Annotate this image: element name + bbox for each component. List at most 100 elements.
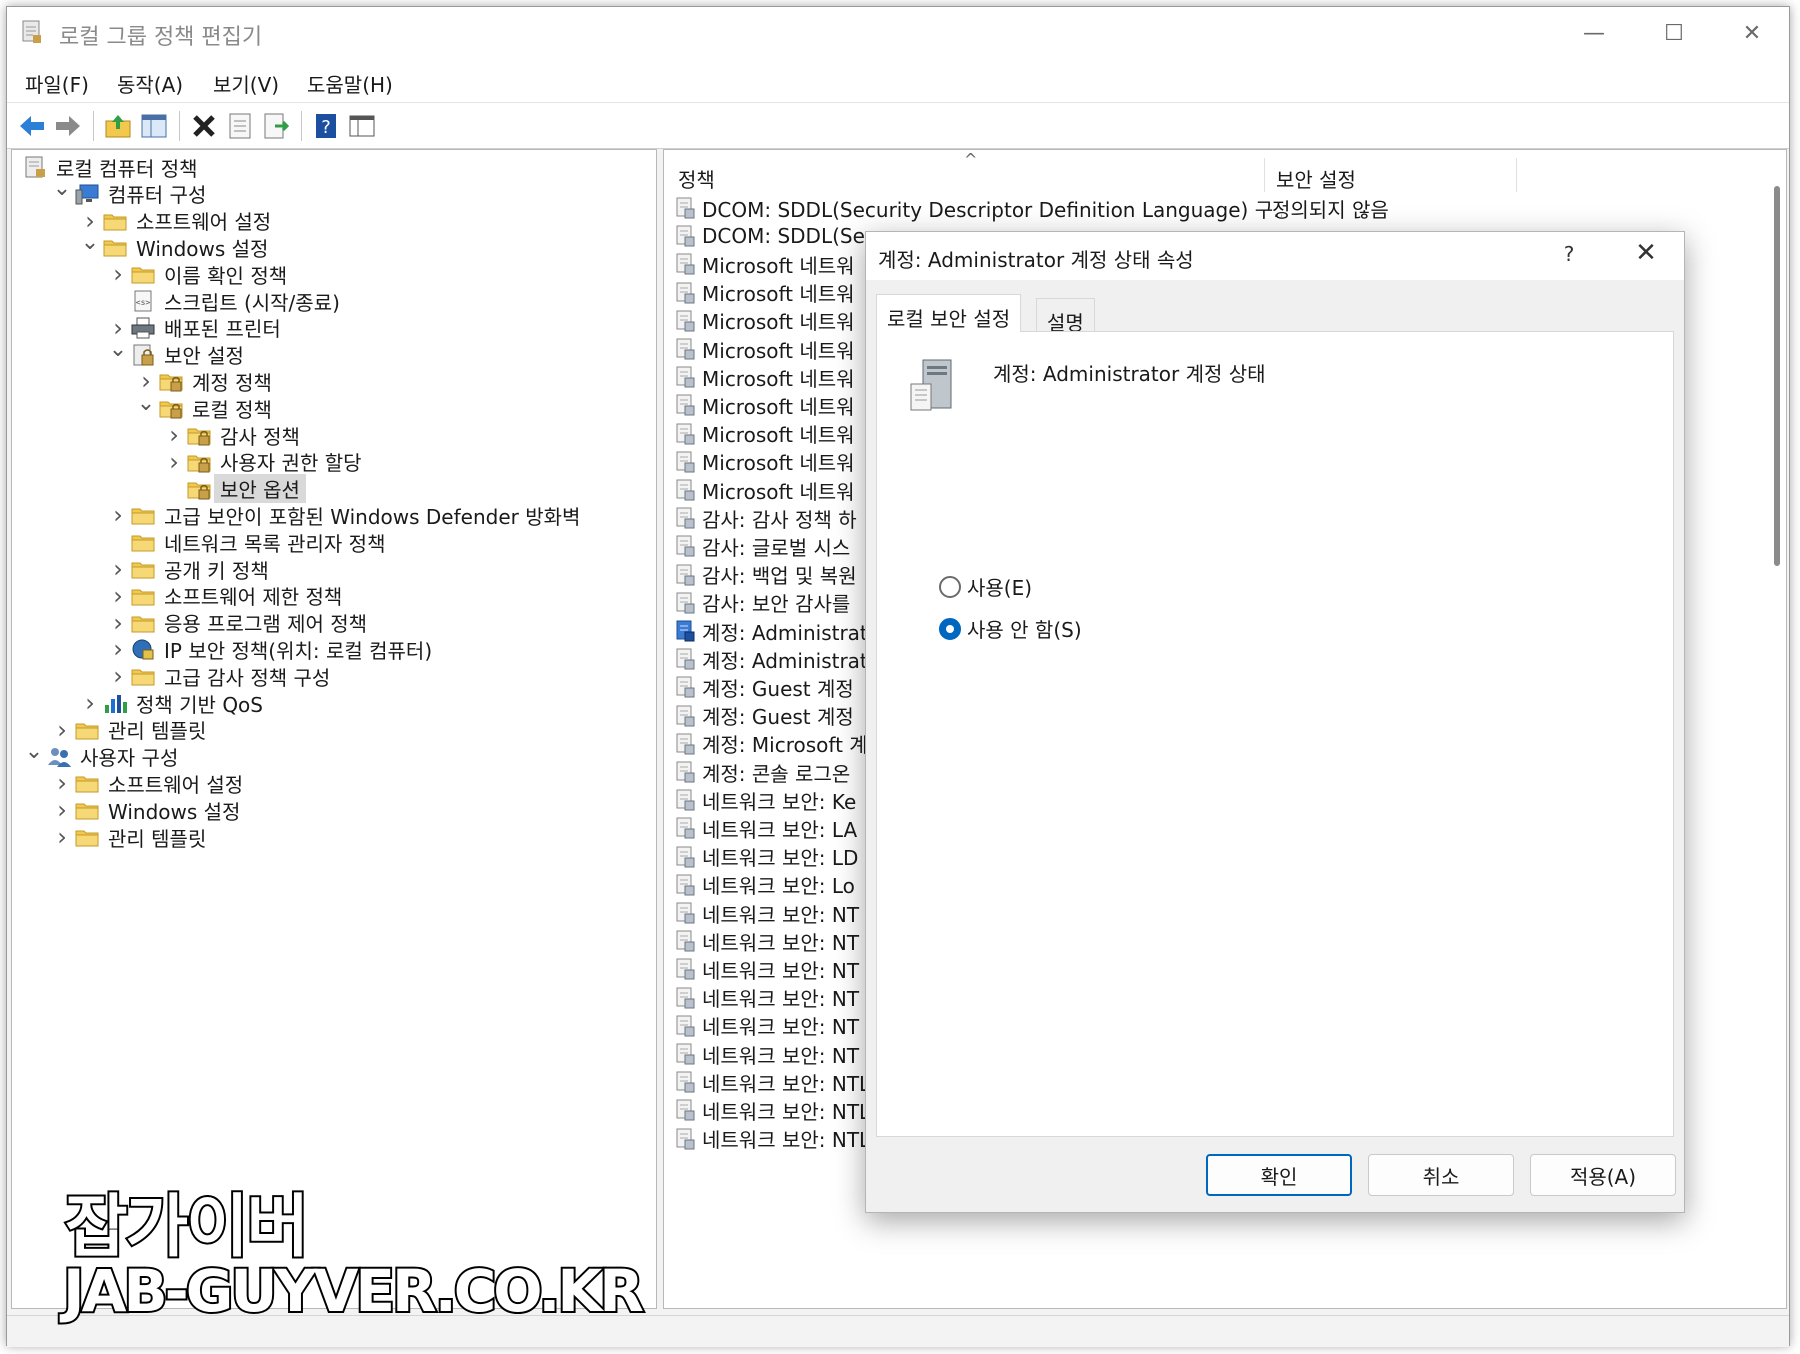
tree-item[interactable]: › 정책 기반 QoS	[78, 688, 263, 718]
chevron-right-icon[interactable]: ›	[162, 421, 186, 449]
tree-item[interactable]: ⌄ Windows 설정	[78, 230, 269, 262]
properties-icon[interactable]	[225, 111, 255, 141]
chevron-right-icon[interactable]: ›	[106, 501, 130, 529]
menu-help[interactable]: 도움말(H)	[307, 69, 393, 98]
maximize-button[interactable]: ☐	[1647, 15, 1701, 51]
tree-item[interactable]: 보안 옵션	[162, 474, 306, 504]
dialog-close-button[interactable]: ✕	[1628, 238, 1664, 268]
tree-item[interactable]: › 사용자 권한 할당	[162, 447, 362, 477]
tree-item[interactable]: › 이름 확인 정책	[106, 259, 287, 289]
up-folder-icon[interactable]	[103, 111, 133, 141]
tree-item-label: 사용자 권한 할당	[220, 451, 362, 476]
tree-item[interactable]: › 소프트웨어 설정	[78, 206, 271, 236]
radio-button-disabled[interactable]	[939, 617, 961, 640]
delete-icon[interactable]	[189, 111, 219, 141]
close-button[interactable]: ✕	[1725, 15, 1779, 51]
tree-item[interactable]: › 감사 정책	[162, 420, 300, 450]
tree-item[interactable]: › 고급 보안이 포함된 Windows Defender 방화벽	[106, 500, 580, 530]
menu-file[interactable]: 파일(F)	[25, 69, 89, 98]
chevron-right-icon[interactable]: ›	[106, 260, 130, 288]
tree-item[interactable]: ⌄ 보안 설정	[106, 337, 244, 370]
vertical-scrollbar[interactable]	[1774, 186, 1780, 566]
tree-item-label: 고급 감사 정책 구성	[164, 665, 331, 690]
chevron-right-icon[interactable]: ›	[50, 716, 74, 744]
tree-item[interactable]: › 공개 키 정책	[106, 554, 269, 584]
tree-item[interactable]: › 관리 템플릿	[50, 822, 206, 852]
tree-item[interactable]: ⌄ 컴퓨터 구성	[50, 176, 207, 209]
chevron-right-icon[interactable]: ›	[50, 796, 74, 824]
column-header-setting[interactable]: 보안 설정	[1276, 164, 1356, 193]
policy-row[interactable]: DCOM: SDDL(Security Descriptor Definitio…	[674, 192, 1754, 224]
tree-item[interactable]: › 응용 프로그램 제어 정책	[106, 608, 367, 638]
ok-button[interactable]: 확인	[1206, 1154, 1352, 1196]
watermark-korean: 잡가이버	[63, 1186, 311, 1269]
menu-view[interactable]: 보기(V)	[213, 69, 279, 98]
chevron-down-icon[interactable]: ⌄	[50, 176, 74, 201]
tab-local-security-setting[interactable]: 로컬 보안 설정	[876, 294, 1022, 332]
tree-item[interactable]: ⌄ 로컬 정책	[134, 391, 272, 423]
tree-item[interactable]: › 관리 템플릿	[50, 715, 206, 745]
policy-setting-icon	[674, 224, 696, 248]
chevron-down-icon[interactable]: ⌄	[134, 391, 158, 416]
ip-security-icon	[130, 637, 156, 661]
tree-item[interactable]: 네트워크 목록 관리자 정책	[106, 527, 385, 557]
tree-item[interactable]: › 소프트웨어 제한 정책	[106, 581, 342, 611]
export-list-icon[interactable]	[261, 111, 291, 141]
column-separator[interactable]	[1516, 158, 1517, 192]
script-icon: <s>	[130, 289, 156, 313]
forward-icon[interactable]	[53, 111, 83, 141]
radio-enabled[interactable]: 사용(E)	[939, 572, 1032, 601]
tree-item[interactable]: › 배포된 프린터	[106, 313, 281, 343]
extended-view-icon[interactable]	[347, 111, 377, 141]
tree-item[interactable]: › 소프트웨어 설정	[50, 768, 243, 798]
chevron-down-icon[interactable]: ⌄	[78, 230, 102, 255]
tree-item[interactable]: › Windows 설정	[50, 795, 240, 825]
chevron-right-icon[interactable]: ›	[106, 609, 130, 637]
gpedit-app-icon	[22, 20, 41, 43]
chevron-right-icon[interactable]: ›	[106, 582, 130, 610]
chevron-down-icon[interactable]: ⌄	[106, 337, 130, 362]
chevron-down-icon[interactable]: ⌄	[22, 739, 46, 764]
policy-icon	[22, 155, 48, 179]
tree-item-label: 사용자 구성	[80, 746, 179, 771]
column-header-policy[interactable]: 정책	[678, 164, 715, 193]
dialog-help-button[interactable]: ?	[1554, 242, 1584, 266]
policy-setting-icon	[674, 1098, 696, 1122]
chevron-right-icon[interactable]: ›	[50, 823, 74, 851]
chevron-right-icon[interactable]: ›	[50, 769, 74, 797]
tree-item-label: 소프트웨어 설정	[108, 772, 244, 797]
tree-item-label: 컴퓨터 구성	[108, 183, 207, 208]
tab-explain[interactable]: 설명	[1036, 298, 1095, 335]
policy-setting-icon	[674, 845, 696, 869]
help-icon[interactable]: ?	[311, 111, 341, 141]
cancel-button[interactable]: 취소	[1368, 1154, 1514, 1196]
chevron-right-icon[interactable]: ›	[78, 689, 102, 717]
radio-button-enabled[interactable]	[939, 575, 961, 598]
radio-disabled[interactable]: 사용 안 함(S)	[939, 614, 1082, 643]
tree-item[interactable]: 로컬 컴퓨터 정책	[22, 152, 198, 182]
policy-setting-icon	[674, 1042, 696, 1066]
tree-item[interactable]: › IP 보안 정책(위치: 로컬 컴퓨터)	[106, 634, 432, 664]
chevron-right-icon[interactable]: ›	[162, 448, 186, 476]
policy-setting-icon	[674, 365, 696, 389]
column-separator[interactable]	[1264, 158, 1265, 192]
policy-setting-icon	[674, 901, 696, 925]
minimize-button[interactable]: —	[1567, 15, 1621, 51]
show-hide-tree-icon[interactable]	[139, 111, 169, 141]
chevron-right-icon[interactable]: ›	[106, 555, 130, 583]
tree-item[interactable]: ⌄ 사용자 구성	[22, 739, 179, 772]
chevron-right-icon[interactable]: ›	[106, 662, 130, 690]
policy-setting-icon	[674, 619, 696, 643]
tree-item[interactable]: › 고급 감사 정책 구성	[106, 661, 330, 691]
tree-item[interactable]: <s> 스크립트 (시작/종료)	[106, 286, 340, 316]
properties-dialog: 계정: Administrator 계정 상태 속성 ? ✕ 로컬 보안 설정 …	[865, 231, 1685, 1213]
tree-item-label: 계정 정책	[192, 370, 272, 395]
apply-button[interactable]: 적용(A)	[1530, 1154, 1676, 1196]
menu-action[interactable]: 동작(A)	[117, 69, 183, 98]
title-bar[interactable]: 로컬 그룹 정책 편집기 — ☐ ✕	[7, 7, 1789, 59]
policy-setting-icon	[674, 647, 696, 671]
chevron-right-icon[interactable]: ›	[106, 635, 130, 663]
lock-folder-icon	[186, 450, 212, 474]
back-icon[interactable]	[17, 111, 47, 141]
dialog-title-bar[interactable]: 계정: Administrator 계정 상태 속성 ? ✕	[866, 232, 1684, 280]
